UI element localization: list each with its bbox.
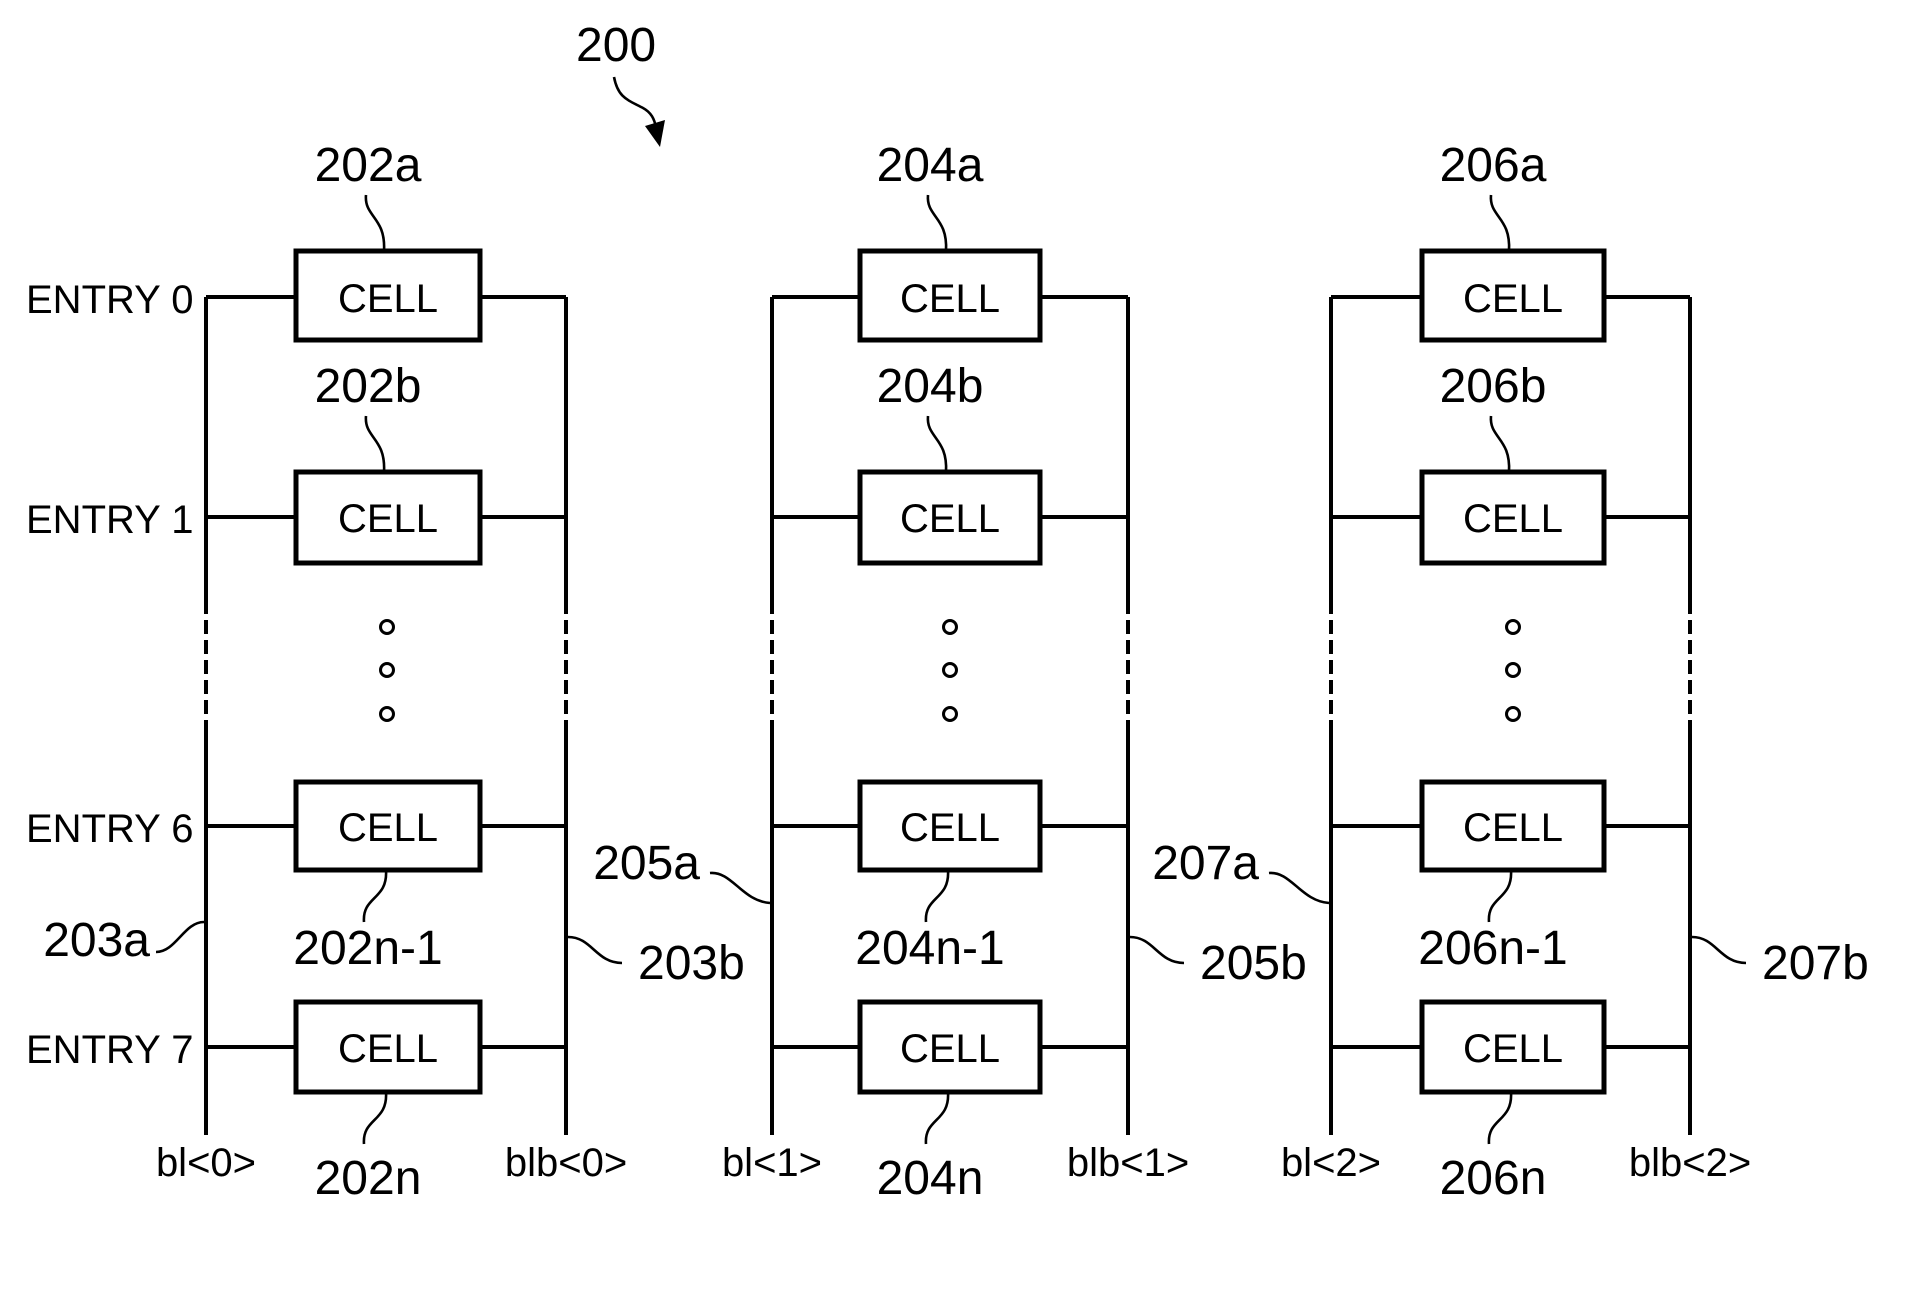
ellipsis-dot-icon — [379, 662, 395, 678]
cell-reference-label: 202n-1 — [293, 922, 442, 975]
cell-reference-leader — [362, 869, 388, 923]
cell-reference-leader — [924, 869, 950, 923]
ellipsis-dot-icon — [379, 619, 395, 635]
cell-label: CELL — [1463, 277, 1563, 321]
ellipsis-dot-icon — [379, 706, 395, 722]
ellipsis-dot-icon — [942, 619, 958, 635]
ellipsis-dot-icon — [1505, 662, 1521, 678]
cell-reference-leader — [364, 415, 386, 473]
cell-reference-label: 206b — [1440, 360, 1547, 413]
bitline-label: bl<2> — [1281, 1141, 1381, 1185]
cell-reference-leader — [926, 415, 948, 473]
entry-label-0: ENTRY 0 — [26, 278, 193, 322]
bitline-bar-reference-leader — [567, 935, 623, 965]
cell-reference-leader — [1487, 1091, 1513, 1145]
cell-reference-leader — [924, 1091, 950, 1145]
bitline-reference-leader — [1268, 871, 1330, 905]
memory-array-diagram: 200 ENTRY 0 ENTRY 1 ENTRY 6 ENTRY 7 CELL… — [26, 19, 1869, 1205]
bitline-bar-reference-label: 203b — [638, 937, 745, 990]
entry-label-7: ENTRY 7 — [26, 1028, 193, 1072]
cell-label: CELL — [338, 1027, 438, 1071]
bitline-reference-label: 205a — [593, 837, 700, 890]
cell-reference-label: 202n — [315, 1152, 422, 1205]
bitline-bar-reference-label: 205b — [1200, 937, 1307, 990]
ellipsis-dot-icon — [942, 662, 958, 678]
bitline-bar-label: blb<0> — [505, 1141, 627, 1185]
bitline-bar-label: blb<2> — [1629, 1141, 1751, 1185]
bitline-bar-reference-leader — [1691, 935, 1747, 965]
bitline-reference-label: 203a — [43, 914, 150, 967]
figure-arrow-head-icon — [645, 120, 665, 147]
cell-label: CELL — [900, 277, 1000, 321]
cell-label: CELL — [338, 497, 438, 541]
cell-label: CELL — [900, 497, 1000, 541]
ellipsis-dot-icon — [942, 706, 958, 722]
ellipsis-dot-icon — [1505, 619, 1521, 635]
cell-reference-label: 202a — [315, 139, 422, 192]
cell-reference-label: 202b — [315, 360, 422, 413]
cell-reference-leader — [1489, 194, 1511, 252]
cell-reference-leader — [362, 1091, 388, 1145]
bitline-label: bl<0> — [156, 1141, 256, 1185]
bitline-label: bl<1> — [722, 1141, 822, 1185]
cell-label: CELL — [900, 806, 1000, 850]
ellipsis-dot-icon — [1505, 706, 1521, 722]
cell-reference-leader — [926, 194, 948, 252]
cell-reference-label: 206n-1 — [1418, 922, 1567, 975]
bitline-reference-label: 207a — [1152, 837, 1259, 890]
bitline-bar-reference-label: 207b — [1762, 937, 1869, 990]
cell-reference-label: 204b — [877, 360, 984, 413]
bitline-bar-label: blb<1> — [1067, 1141, 1189, 1185]
cell-label: CELL — [1463, 497, 1563, 541]
entry-label-6: ENTRY 6 — [26, 807, 193, 851]
cell-label: CELL — [1463, 806, 1563, 850]
cell-label: CELL — [1463, 1027, 1563, 1071]
figure-arrow-shaft — [612, 76, 658, 133]
cell-reference-label: 206n — [1440, 1152, 1547, 1205]
cell-label: CELL — [338, 806, 438, 850]
figure-reference-label: 200 — [576, 19, 656, 72]
bitline-reference-leader — [709, 871, 771, 905]
cell-reference-label: 206a — [1440, 139, 1547, 192]
cell-reference-label: 204n-1 — [855, 922, 1004, 975]
bitline-bar-reference-leader — [1129, 935, 1185, 965]
entry-label-1: ENTRY 1 — [26, 498, 193, 542]
cell-reference-leader — [1489, 415, 1511, 473]
cell-reference-leader — [1487, 869, 1513, 923]
cell-reference-label: 204n — [877, 1152, 984, 1205]
cell-label: CELL — [338, 277, 438, 321]
cell-label: CELL — [900, 1027, 1000, 1071]
cell-reference-leader — [364, 194, 386, 252]
cell-reference-label: 204a — [877, 139, 984, 192]
bitline-reference-leader — [155, 920, 205, 954]
